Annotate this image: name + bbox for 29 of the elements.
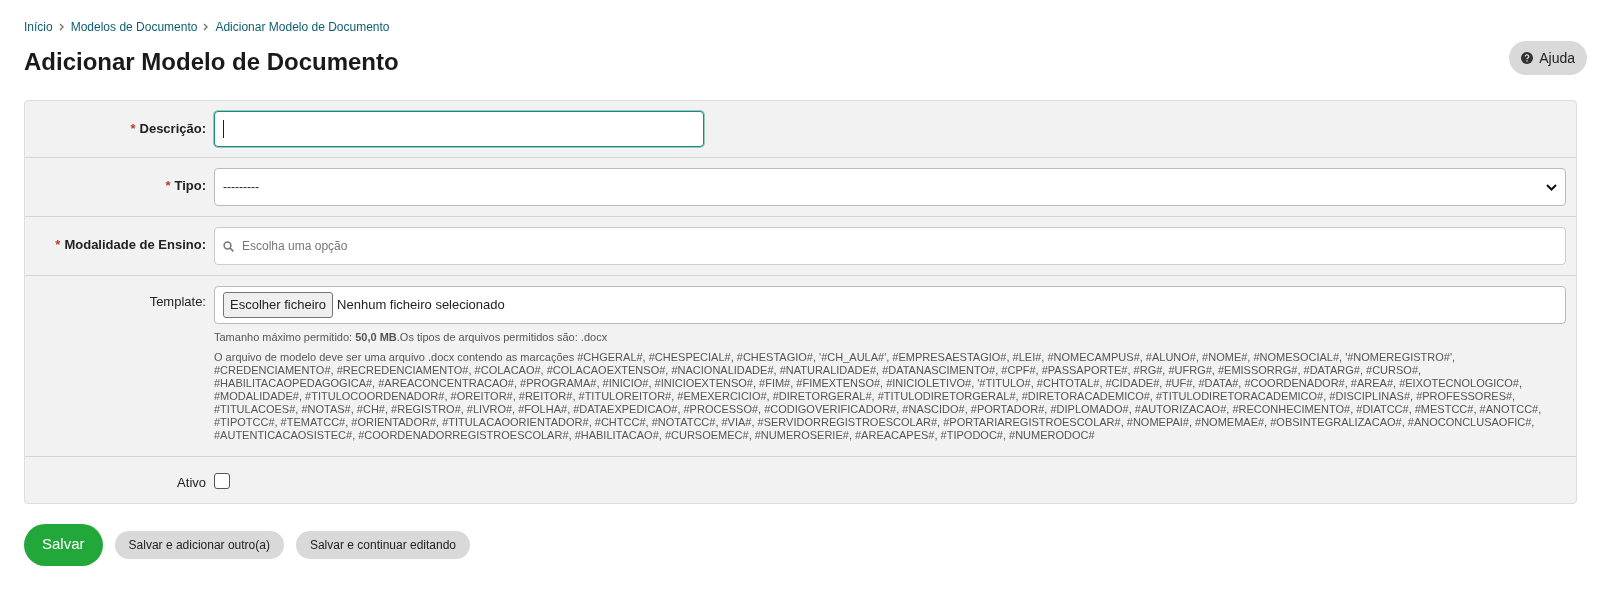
breadcrumb-link[interactable]: Modelos de Documento: [70, 18, 198, 36]
page-title: Adicionar Modelo de Documento: [24, 47, 399, 77]
input-field[interactable]: [214, 111, 704, 147]
help-icon: [1521, 52, 1534, 64]
select-field[interactable]: ---------: [214, 168, 1566, 206]
search-field[interactable]: Escolha uma opção: [214, 227, 1566, 265]
choose-file-button[interactable]: Escolher ficheiro: [223, 292, 334, 318]
field-label: Template:: [149, 294, 206, 309]
field-label: Ativo: [177, 475, 206, 490]
file-field[interactable]: Escolher ficheiro Nenhum ficheiro selecionado: [214, 286, 1566, 324]
field-label: Tipo:: [174, 178, 206, 193]
secondary-button[interactable]: Salvar e continuar editando: [295, 530, 471, 559]
field-label: Descrição:: [139, 121, 206, 136]
chevron-icon: [203, 23, 210, 31]
help-text: Tamanho máximo permitido: 50,0 MB.Os tipos de arquivos permitidos são: .docx: [214, 331, 609, 344]
help-text: O arquivo de modelo deve ser uma arquivo .docx contendo as marcações #CHGERAL#, #CHESPECIAL#, #CHESTAGIO#, '#CH_AULA#', #EMPRESAESTAGIO#, #LEI#, #NOMECAMPUS#, #ALUNO#, #NOME#, #NOMESOCIAL#, '#NOMEREGISTRO#', #CREDENCIAMENTO#, #RECREDENCIAMENTO#, #COLACAO#, #COLACAOEXTENSO#, #NACIONALIDADE#, #NATURALIDADE#, #DATANASCIMENTO#, #CPF#, #PASSAPORTE#, #RG#, #UFRG#, #EMISSORRG#, #DATARG#, #CURSO#, #HABILITACAOPEDAGOGICA#, #AREACONCENTRACAO#, #PROGRAMA#, #INICIO#, #INICIOEXTENSO#, #FIM#, #FIMEXTENSO#, #INICIOLETIVO#, '#TITULO#, #CHTOTAL#, #CIDADE#, #UF#, #DATA#, #COORDENADOR#, #AREA#, #EIXOTECNOLOGICO#, #MODALIDADE#, #TITULOCOORDENADOR#, #OREITOR#, #REITOR#, #TITULOREITOR#, #EMEXERCICIO#, #DIRETORGERAL#, #TITULODIRETORGERAL#, #DIRETORACADEMICO#, #TITULODIRETORACADEMICO#, #DISCIPLINAS#, #PROFESSORES#, #TITULACOES#, #NOTAS#, #CH#, #REGISTRO#, #LIVRO#, #FOLHA#, #DATAEXPEDICAO#, #PROCESSO#, #CODIGOVERIFICADOR#, #NASCIDO#, #PORTADOR#, #DIPLOMADO#, #AUTORIZACAO#, #RECONHECIMENTO#, #DIATCC#, #MESTCC#, #ANOTCC#, #TIPOTCC#, #TEMATCC#, #ORIENTADOR#, #TITULACAOORIENTADOR#, #CHTCC#, #NOTATCC#, #VIA#, #SERVIDORREGISTROESCOLAR#, #PORTARIAREGISTROESCOLAR#, #NOMEPAI#, #NOMEMAE#, #OBSINTEGRALIZACAO#, #ANOCONCLUSAOFIC#, #AUTENTICACAOSISTEC#, #COORDENADORREGISTROESCOLAR#, #HABILITACAO#, #CURSOEMEC#, #NUMEROSERIE#, #AREACAPES#, #TIPODOC#, #NUMERODOC#: [214, 351, 1543, 442]
help-button[interactable]: Ajuda: [1509, 41, 1587, 75]
breadcrumb-link[interactable]: Adicionar Modelo de Documento: [215, 18, 390, 36]
chevron-down-icon: [1546, 183, 1557, 191]
field-label: Modalidade de Ensino:: [64, 237, 206, 252]
required-mark: *: [55, 237, 61, 252]
secondary-button[interactable]: Salvar e adicionar outro(a): [114, 530, 284, 559]
checkbox[interactable]: [214, 473, 230, 489]
required-mark: *: [165, 178, 171, 193]
chevron-icon: [58, 23, 65, 31]
breadcrumb-link[interactable]: Início: [24, 18, 53, 36]
text-cursor: [223, 120, 224, 138]
search-icon: [223, 240, 234, 252]
required-mark: *: [130, 121, 136, 136]
